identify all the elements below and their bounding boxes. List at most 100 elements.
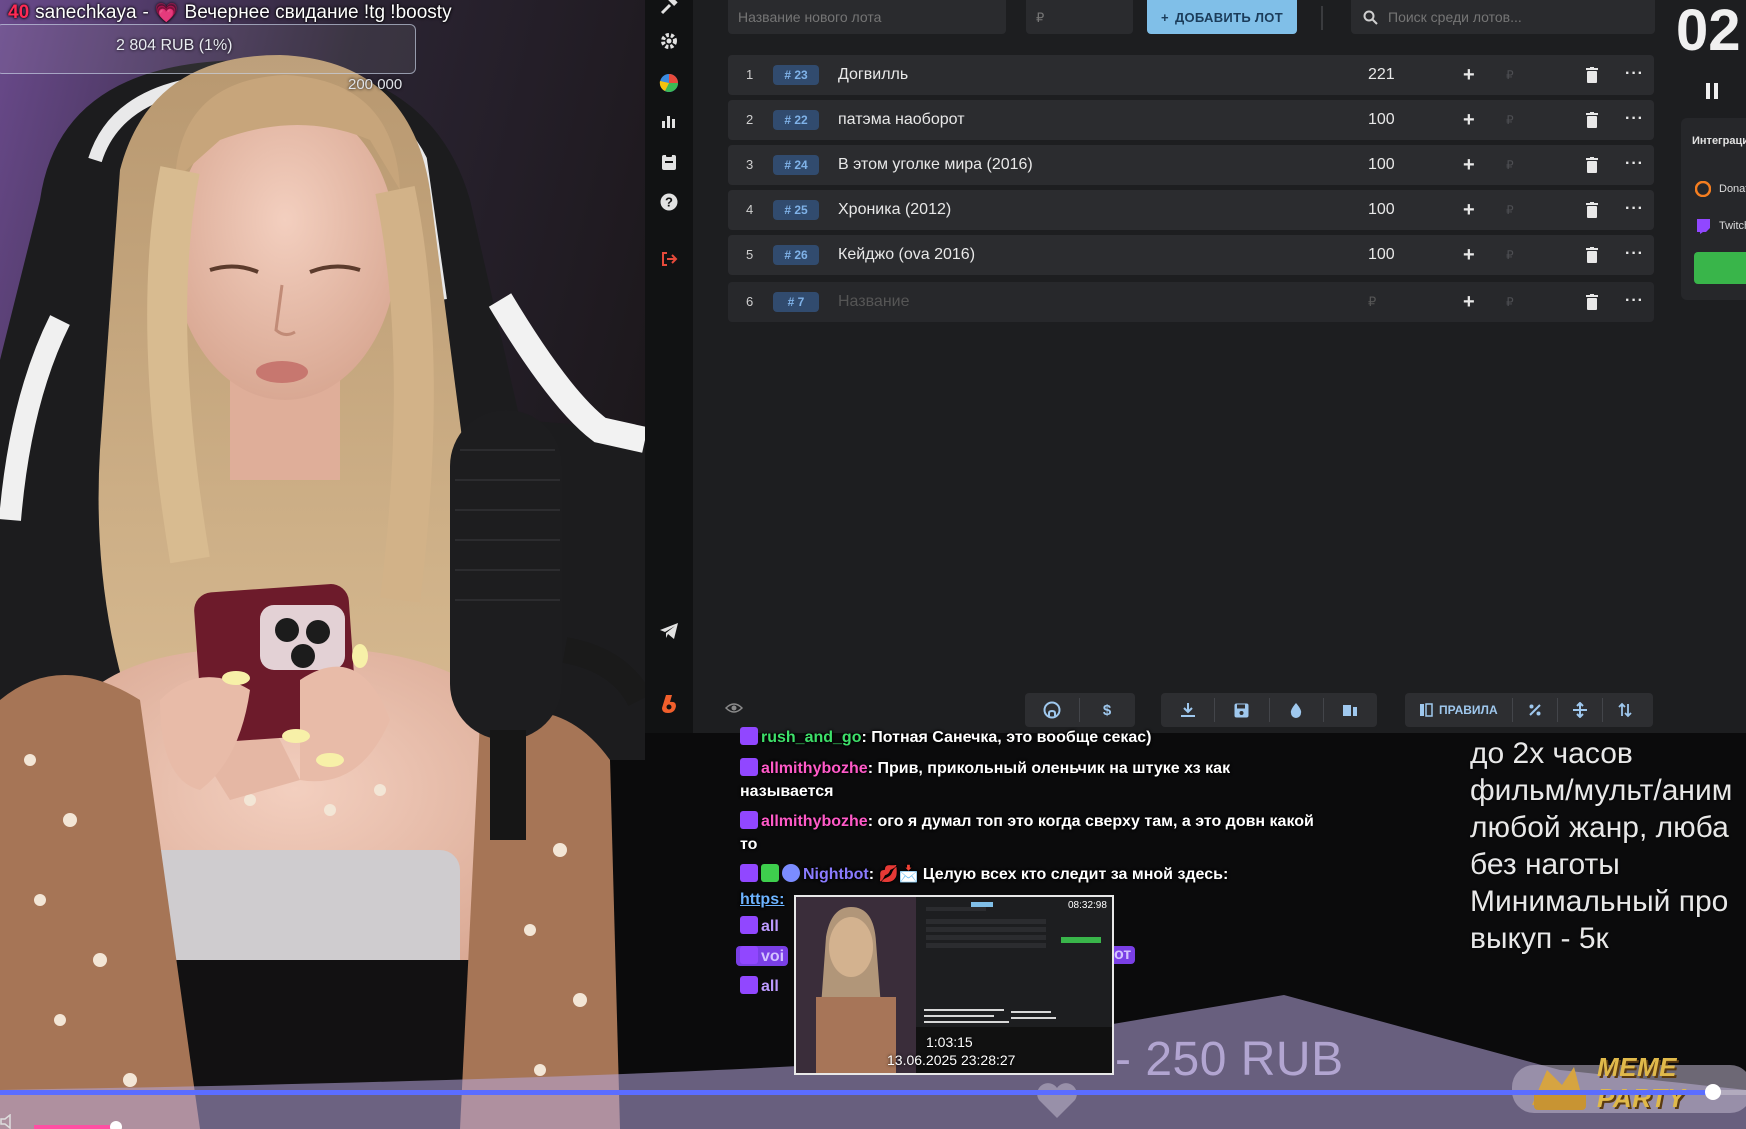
rules-line: выкуп - 5к	[1470, 922, 1609, 955]
stream-title-bar: 40 sanechkaya - 💗 Вечернее свидание !tg …	[8, 0, 452, 26]
lot-amount[interactable]: 100	[1368, 190, 1395, 230]
video-progress-bar[interactable]	[0, 1090, 1746, 1095]
chat-username: rush_and_go	[761, 729, 862, 746]
volume-slider-track[interactable]	[34, 1125, 116, 1129]
amount-input-rub[interactable]: ₽	[1506, 55, 1514, 95]
save-floppy-icon[interactable]	[1215, 693, 1268, 727]
chat-text: : 💋📩 Целую всех кто следит за мной здесь…	[868, 866, 1229, 883]
integration-twitch[interactable]: Twitch	[1695, 218, 1746, 234]
chat-link[interactable]: https:	[740, 891, 784, 908]
more-options-icon[interactable]: ···	[1625, 282, 1644, 320]
title-separator: -	[142, 2, 149, 23]
lot-amount[interactable]: 100	[1368, 100, 1395, 140]
new-lot-price-input[interactable]	[1026, 0, 1133, 34]
donate-dollar-icon[interactable]: $	[1080, 693, 1134, 727]
integration-connect-button[interactable]	[1694, 252, 1746, 284]
sort-icon[interactable]	[1603, 693, 1647, 727]
statistics-chart-icon[interactable]	[657, 113, 681, 137]
integration-donation[interactable]: Donation	[1695, 181, 1746, 197]
delete-trash-icon[interactable]	[1585, 294, 1599, 310]
goal-current-amount: 2 804 RUB (1%)	[116, 37, 233, 54]
add-amount-plus-icon[interactable]: +	[1463, 190, 1475, 230]
more-options-icon[interactable]: ···	[1625, 100, 1644, 138]
add-amount-plus-icon[interactable]: +	[1463, 235, 1475, 275]
volume-speaker-icon[interactable]	[0, 1114, 18, 1129]
video-progress-handle[interactable]	[1704, 1084, 1721, 1100]
add-amount-plus-icon[interactable]: +	[1463, 55, 1475, 95]
wheel-pie-icon[interactable]	[657, 73, 681, 97]
lot-index: 5	[746, 247, 754, 262]
viewer-count: 40	[8, 2, 30, 23]
chat-username: Nightbot	[803, 866, 869, 883]
pause-icon[interactable]	[1704, 82, 1720, 100]
download-icon[interactable]	[1161, 693, 1214, 727]
lot-name[interactable]: Кейджо (ova 2016)	[838, 235, 975, 275]
new-lot-name-input[interactable]	[728, 0, 1006, 34]
integration-donation-label: Donation	[1719, 183, 1746, 195]
more-options-icon[interactable]: ···	[1625, 145, 1644, 183]
lot-id-badge[interactable]: # 26	[773, 245, 819, 265]
delete-trash-icon[interactable]	[1585, 157, 1599, 173]
lot-row: 3 # 24 В этом уголке мира (2016) 100 + ₽…	[728, 145, 1654, 185]
clear-drop-icon[interactable]	[1270, 693, 1323, 727]
amount-input-rub[interactable]: ₽	[1506, 145, 1514, 185]
add-amount-plus-icon[interactable]: +	[1463, 100, 1475, 140]
chat-text: : Прив, прикольный оленьчик на штуке хз …	[867, 760, 1231, 777]
preview-date: 13.06.2025 23:28:27	[887, 1052, 1016, 1068]
lot-amount[interactable]: 100	[1368, 235, 1395, 275]
lot-name[interactable]: Догвилль	[838, 55, 908, 95]
lot-amount[interactable]: 221	[1368, 55, 1395, 95]
add-amount-plus-icon[interactable]: +	[1463, 282, 1475, 322]
lot-id-badge[interactable]: # 23	[773, 65, 819, 85]
toolbar-divider	[1321, 6, 1323, 30]
lot-id-badge[interactable]: # 22	[773, 110, 819, 130]
help-question-icon[interactable]: ?	[657, 193, 681, 217]
lot-name-placeholder[interactable]: Название	[838, 282, 910, 322]
lot-id-badge[interactable]: # 25	[773, 200, 819, 220]
eye-visibility-icon[interactable]	[725, 702, 743, 714]
boosty-icon[interactable]	[657, 694, 681, 718]
lot-search-input[interactable]	[1386, 8, 1640, 26]
add-lot-button[interactable]: + ДОБАВИТЬ ЛОТ	[1147, 0, 1297, 34]
lot-search-box[interactable]	[1351, 0, 1655, 34]
settings-gear-icon[interactable]	[657, 32, 681, 56]
transfer-icon[interactable]	[1324, 693, 1377, 727]
lot-index: 3	[746, 157, 754, 172]
more-options-icon[interactable]: ···	[1625, 190, 1644, 228]
amount-input-rub[interactable]: ₽	[1506, 100, 1514, 140]
lot-amount-placeholder[interactable]: ₽	[1368, 282, 1376, 322]
rules-button[interactable]: ПРАВИЛА	[1405, 693, 1512, 727]
delete-trash-icon[interactable]	[1585, 112, 1599, 128]
percent-icon[interactable]	[1513, 693, 1557, 727]
lot-id-badge[interactable]: # 7	[773, 292, 819, 312]
amount-input-rub[interactable]: ₽	[1506, 190, 1514, 230]
auction-hammer-icon[interactable]	[657, 0, 681, 20]
lot-row: 1 # 23 Догвилль 221 + ₽ ···	[728, 55, 1654, 95]
lot-name[interactable]: Хроника (2012)	[838, 190, 951, 230]
delete-trash-icon[interactable]	[1585, 67, 1599, 83]
video-progress-played	[0, 1090, 1715, 1095]
github-icon[interactable]	[1025, 693, 1079, 727]
move-arrows-icon[interactable]	[1558, 693, 1602, 727]
delete-trash-icon[interactable]	[1585, 202, 1599, 218]
more-options-icon[interactable]: ···	[1625, 235, 1644, 273]
logout-icon[interactable]	[657, 250, 681, 274]
more-options-icon[interactable]: ···	[1625, 55, 1644, 93]
amount-input-rub[interactable]: ₽	[1506, 282, 1514, 322]
clipboard-history-icon[interactable]	[657, 152, 681, 176]
rules-label: ПРАВИЛА	[1439, 703, 1498, 717]
chat-message: rush_and_go: Потная Санечка, это вообще …	[740, 726, 1420, 750]
integrations-panel: Интеграции Donation Twitch	[1681, 118, 1746, 300]
chat-message: allmithybozhe: Прив, прикольный оленьчик…	[740, 757, 1420, 781]
add-amount-plus-icon[interactable]: +	[1463, 145, 1475, 185]
lot-id-badge[interactable]: # 24	[773, 155, 819, 175]
lot-amount[interactable]: 100	[1368, 145, 1395, 185]
telegram-icon[interactable]	[657, 622, 681, 646]
amount-input-rub[interactable]: ₽	[1506, 235, 1514, 275]
lot-name[interactable]: В этом уголке мира (2016)	[838, 145, 1033, 185]
search-icon	[1363, 10, 1378, 25]
links-button-group: $	[1025, 693, 1135, 727]
delete-trash-icon[interactable]	[1585, 247, 1599, 263]
volume-slider-handle[interactable]	[110, 1121, 122, 1129]
lot-name[interactable]: патэма наоборот	[838, 100, 965, 140]
